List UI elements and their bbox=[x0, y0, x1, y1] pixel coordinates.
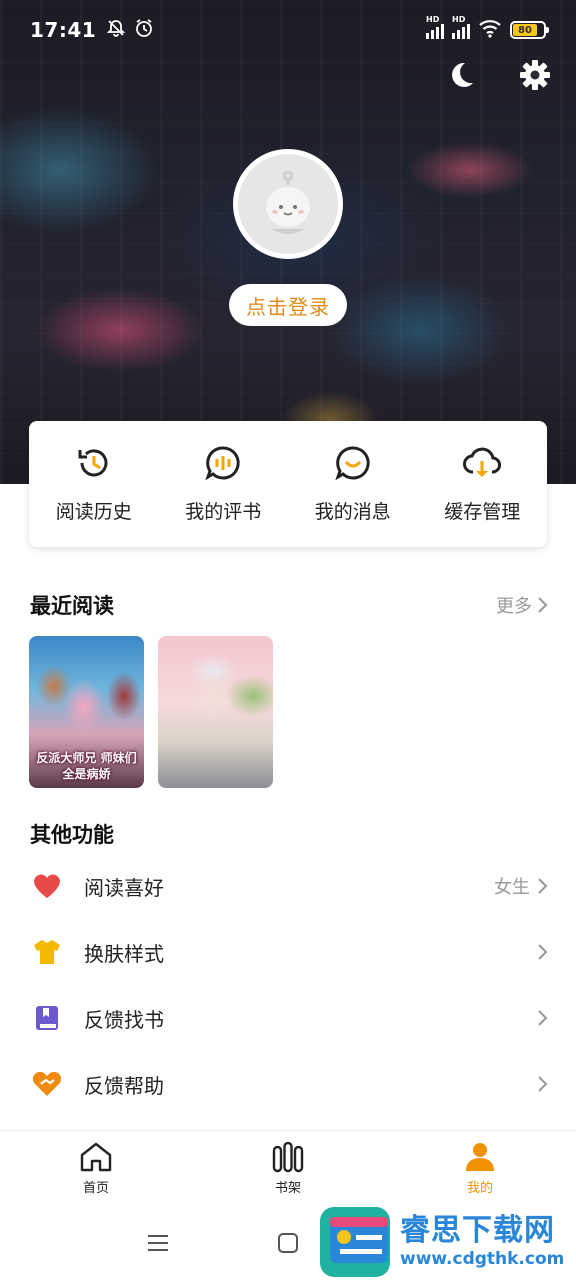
reading-preference-row[interactable]: 阅读喜好 女生 bbox=[30, 853, 548, 919]
book-cover[interactable] bbox=[158, 636, 273, 788]
chevron-right-icon bbox=[538, 1010, 548, 1026]
reading-history-button[interactable]: 阅读历史 bbox=[29, 421, 159, 547]
recent-books-list: 反派大师兄 师妹们全是病娇 bbox=[29, 636, 273, 788]
row-label: 换肤样式 bbox=[84, 941, 164, 966]
mute-bell-icon bbox=[106, 18, 126, 42]
watermark-logo-icon bbox=[316, 1205, 394, 1279]
wifi-icon bbox=[478, 18, 502, 42]
battery-level: 80 bbox=[513, 24, 537, 36]
book-cover-title: 反派大师兄 师妹们全是病娇 bbox=[36, 751, 137, 781]
other-functions-header: 其他功能 bbox=[30, 819, 548, 849]
tab-label: 书架 bbox=[274, 1181, 301, 1196]
recent-reading-title: 最近阅读 bbox=[30, 594, 114, 618]
user-icon bbox=[466, 1143, 494, 1171]
cache-manage-button[interactable]: 缓存管理 bbox=[418, 421, 548, 547]
row-label: 阅读喜好 bbox=[84, 875, 164, 900]
quick-action-label: 我的消息 bbox=[314, 501, 391, 523]
quick-actions-card: 阅读历史 我的评书 我的消息 缓存管理 bbox=[29, 421, 547, 547]
chevron-right-icon bbox=[538, 1076, 548, 1092]
book-icon bbox=[30, 1001, 64, 1035]
cloud-download-icon bbox=[462, 443, 502, 483]
feedback-find-book-row[interactable]: 反馈找书 bbox=[30, 985, 548, 1051]
watermark-title: 睿思下载网 bbox=[400, 1212, 555, 1248]
bookshelf-icon bbox=[272, 1141, 304, 1173]
other-functions-title: 其他功能 bbox=[30, 823, 114, 847]
alarm-icon bbox=[134, 18, 154, 42]
recent-reading-header: 最近阅读 更多 bbox=[30, 590, 548, 620]
tab-bookshelf[interactable]: 书架 bbox=[192, 1131, 384, 1206]
signal-1-icon: HD bbox=[426, 15, 444, 39]
quick-action-label: 我的评书 bbox=[185, 501, 262, 523]
chevron-right-icon bbox=[538, 878, 548, 894]
feedback-help-row[interactable]: 反馈帮助 bbox=[30, 1051, 548, 1117]
home-square-icon[interactable] bbox=[273, 1228, 303, 1258]
menu-icon[interactable] bbox=[143, 1228, 173, 1258]
avatar[interactable] bbox=[233, 149, 343, 259]
history-icon bbox=[74, 443, 114, 483]
watermark: 睿思下载网 www.cdgthk.com bbox=[316, 1203, 576, 1280]
heart-icon bbox=[30, 869, 64, 903]
more-button[interactable]: 更多 bbox=[496, 592, 548, 618]
settings-gear-icon[interactable] bbox=[516, 56, 554, 94]
row-label: 反馈帮助 bbox=[84, 1073, 164, 1098]
signal-2-icon: HD bbox=[452, 15, 470, 39]
quick-action-label: 缓存管理 bbox=[444, 501, 521, 523]
bottom-tab-bar: 首页 书架 我的 bbox=[0, 1130, 576, 1206]
skin-style-row[interactable]: 换肤样式 bbox=[30, 919, 548, 985]
quick-action-label: 阅读历史 bbox=[55, 501, 132, 523]
my-reviews-button[interactable]: 我的评书 bbox=[159, 421, 289, 547]
default-avatar-robot-icon bbox=[238, 154, 338, 254]
chevron-right-icon bbox=[538, 944, 548, 960]
login-button[interactable]: 点击登录 bbox=[229, 284, 347, 326]
tab-mine[interactable]: 我的 bbox=[384, 1131, 576, 1206]
battery-icon: 80 bbox=[510, 21, 549, 39]
tab-label: 首页 bbox=[82, 1181, 109, 1196]
status-time: 17:41 bbox=[30, 18, 97, 42]
night-mode-moon-icon[interactable] bbox=[442, 56, 480, 94]
tab-label: 我的 bbox=[466, 1181, 493, 1196]
home-icon bbox=[80, 1142, 112, 1172]
message-icon bbox=[333, 443, 373, 483]
comment-icon bbox=[203, 443, 243, 483]
tab-home[interactable]: 首页 bbox=[0, 1131, 192, 1206]
chevron-right-icon bbox=[538, 597, 548, 613]
book-cover[interactable]: 反派大师兄 师妹们全是病娇 bbox=[29, 636, 144, 788]
row-label: 反馈找书 bbox=[84, 1007, 164, 1032]
tshirt-icon bbox=[30, 935, 64, 969]
help-icon bbox=[30, 1067, 64, 1101]
watermark-url: www.cdgthk.com bbox=[400, 1248, 565, 1269]
my-messages-button[interactable]: 我的消息 bbox=[288, 421, 418, 547]
row-value: 女生 bbox=[494, 877, 530, 898]
more-label: 更多 bbox=[496, 596, 532, 617]
status-bar: 17:41 HD HD 80 bbox=[0, 0, 576, 60]
